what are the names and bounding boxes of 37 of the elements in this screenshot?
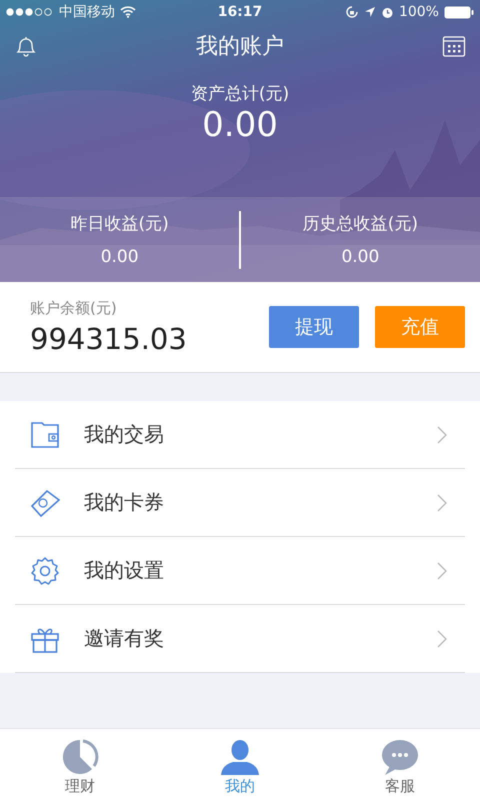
chat-bubble-icon (381, 739, 419, 775)
menu-item[interactable]: 邀请有奖 (15, 605, 465, 673)
tab[interactable]: 客服 (320, 729, 480, 800)
location-icon (364, 6, 376, 18)
balance-label: 账户余额(元) (30, 298, 118, 318)
menu-item[interactable]: 我的卡券 (15, 469, 465, 537)
settings-icon (30, 556, 60, 586)
wallet-icon (30, 420, 60, 450)
alarm-icon (380, 6, 394, 18)
coupon-icon (30, 488, 60, 518)
battery-percent: 100% (398, 4, 439, 20)
clock-time: 16:17 (218, 4, 262, 20)
calendar-icon[interactable] (442, 34, 466, 58)
stat-value: 0.00 (100, 247, 139, 267)
tab[interactable]: 理财 (0, 729, 160, 800)
wifi-icon (120, 6, 136, 18)
bell-icon[interactable] (14, 34, 38, 58)
total-assets-value: 0.00 (202, 105, 278, 145)
total-assets-label: 资产总计(元) (190, 83, 290, 105)
chevron-icon (437, 426, 447, 444)
page-title: 我的账户 (196, 33, 284, 61)
chevron-icon (437, 494, 447, 512)
menu-item[interactable]: 我的设置 (15, 537, 465, 605)
stat-value: 0.00 (341, 247, 380, 267)
rotation-lock-icon (344, 5, 359, 19)
pie-chart-icon (61, 739, 99, 775)
withdraw-button[interactable]: 提现 (269, 306, 359, 348)
menu-item[interactable]: 我的交易 (15, 401, 465, 469)
carrier-name: 中国移动 (59, 3, 115, 21)
balance-value: 994315.03 (30, 322, 187, 356)
chevron-icon (437, 630, 447, 648)
tab[interactable]: 我的 (160, 729, 320, 800)
person-icon (220, 739, 260, 775)
stat-label: 昨日收益(元) (70, 213, 169, 235)
chevron-icon (437, 562, 447, 580)
stat-label: 历史总收益(元) (302, 213, 418, 235)
signal-icon (6, 8, 54, 16)
